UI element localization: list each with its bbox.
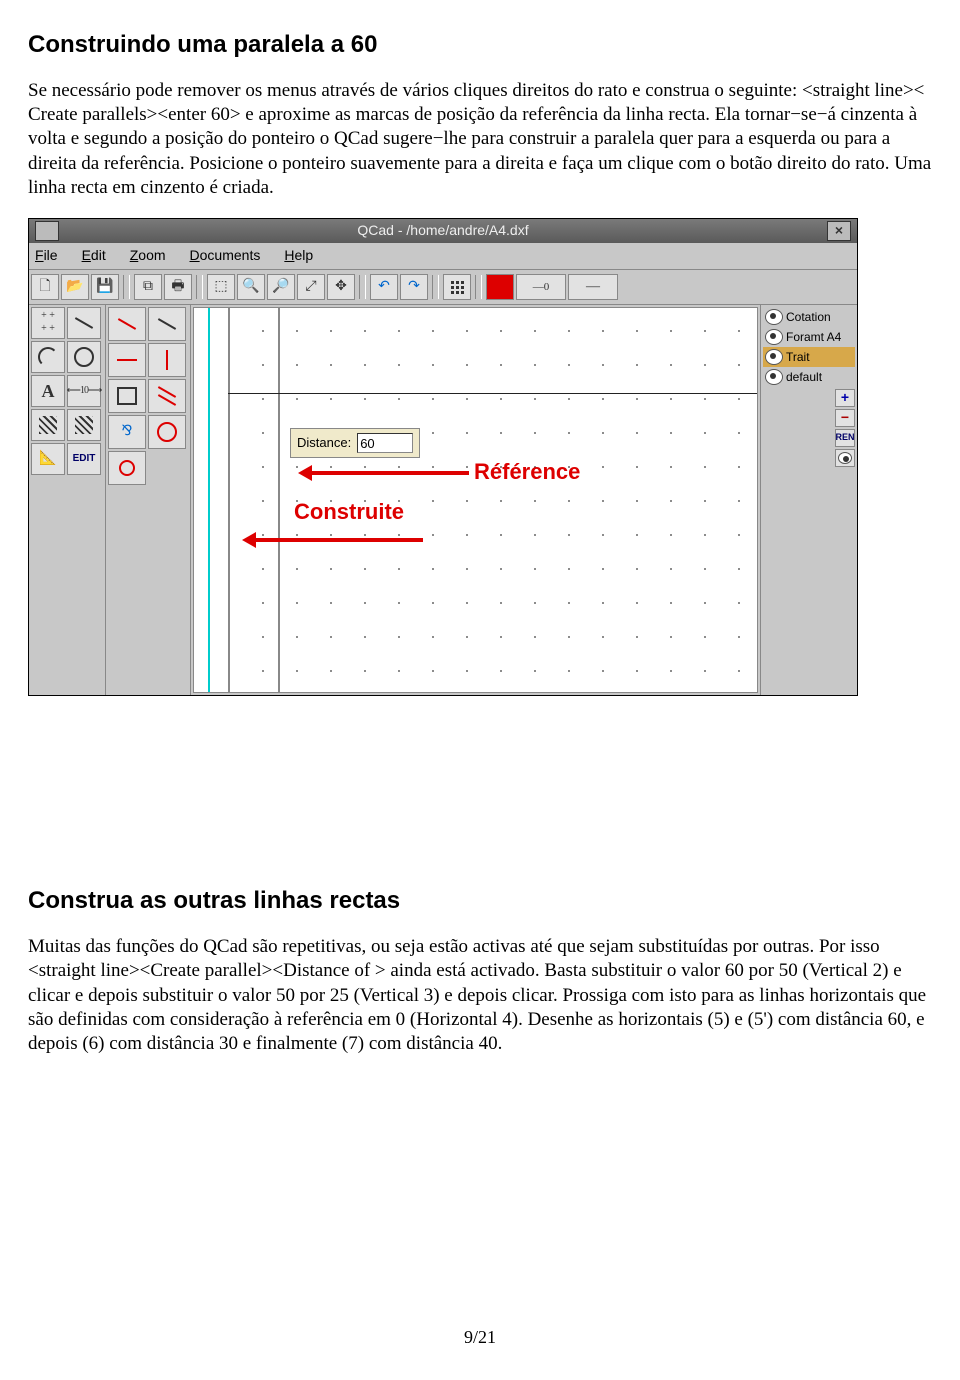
- points-tool-icon[interactable]: + ++ +: [31, 307, 65, 339]
- color-swatch[interactable]: [486, 274, 514, 300]
- constructed-line-2: [278, 308, 280, 692]
- layer-default[interactable]: default: [763, 367, 855, 387]
- measure-tool-icon[interactable]: 📐: [31, 443, 65, 475]
- redo-icon[interactable]: ↷: [400, 274, 428, 300]
- heading-parallel-60: Construindo uma paralela a 60: [28, 30, 932, 61]
- undo-icon[interactable]: ↶: [370, 274, 398, 300]
- distance-dialog: Distance:: [290, 428, 420, 458]
- distance-label: Distance:: [297, 435, 351, 452]
- zoom-in-icon[interactable]: 🔍: [237, 274, 265, 300]
- layer-panel: Cotation Foramt A4 Trait default + − REN: [760, 305, 857, 695]
- arrow-reference: [304, 471, 469, 475]
- line-sub-toolbox: ⅋: [106, 305, 191, 695]
- layer-cotation[interactable]: Cotation: [763, 307, 855, 327]
- window-titlebar: QCad - /home/andre/A4.dxf ×: [29, 219, 857, 243]
- line-2points-icon[interactable]: [108, 307, 146, 341]
- text-tool-icon[interactable]: A: [31, 375, 65, 407]
- qcad-screenshot: QCad - /home/andre/A4.dxf × File Edit Zo…: [28, 218, 858, 696]
- line-weight-selector[interactable]: — 0: [516, 274, 566, 300]
- zoom-window-icon[interactable]: ⬚: [207, 274, 235, 300]
- print-icon[interactable]: 🖶: [164, 274, 192, 300]
- close-icon[interactable]: ×: [827, 221, 851, 241]
- line-vertical-icon[interactable]: [148, 343, 186, 377]
- reference-line: [208, 308, 210, 692]
- window-title: QCad - /home/andre/A4.dxf: [65, 222, 821, 240]
- arrow-construite: [248, 538, 423, 542]
- new-icon[interactable]: 🗋: [31, 274, 59, 300]
- menu-edit[interactable]: Edit: [82, 247, 106, 265]
- horizontal-line: [228, 393, 757, 394]
- menu-bar: File Edit Zoom Documents Help: [29, 243, 857, 270]
- primary-toolbox: + ++ + A ⟵10⟶ 📐 EDIT: [29, 305, 106, 695]
- arc-tool-icon[interactable]: [31, 341, 65, 373]
- layer-remove-button[interactable]: −: [835, 409, 855, 427]
- line-bisector-icon[interactable]: ⅋: [108, 415, 146, 449]
- layer-trait[interactable]: Trait: [763, 347, 855, 367]
- line-rectangle-icon[interactable]: [108, 379, 146, 413]
- line-horizontal-icon[interactable]: [108, 343, 146, 377]
- grid-icon[interactable]: [443, 274, 471, 300]
- constructed-line-1: [228, 308, 230, 692]
- pan-icon[interactable]: ✥: [327, 274, 355, 300]
- paragraph-1: Se necessário pode remover os menus atra…: [28, 79, 932, 201]
- page-number: 9/21: [28, 1326, 932, 1349]
- paragraph-2: Muitas das funções do QCad são repetitiv…: [28, 935, 932, 1057]
- eye-icon[interactable]: [765, 349, 783, 365]
- open-icon[interactable]: 📂: [61, 274, 89, 300]
- distance-input[interactable]: [357, 433, 413, 453]
- menu-documents[interactable]: Documents: [190, 247, 261, 265]
- menu-file[interactable]: File: [35, 247, 58, 265]
- eye-icon[interactable]: [765, 329, 783, 345]
- layer-format-a4[interactable]: Foramt A4: [763, 327, 855, 347]
- line-tangent-icon[interactable]: [148, 415, 186, 449]
- main-toolbar: 🗋 📂 💾 ⧉ 🖶 ⬚ 🔍 🔎 ⤢ ✥ ↶ ↷ — 0 —: [29, 270, 857, 305]
- layer-rename-button[interactable]: REN: [835, 429, 855, 447]
- layer-add-button[interactable]: +: [835, 389, 855, 407]
- line-parallel-icon[interactable]: [148, 379, 186, 413]
- eye-icon[interactable]: [765, 309, 783, 325]
- annotation-reference: Référence: [474, 458, 580, 486]
- edit-button[interactable]: EDIT: [67, 443, 101, 475]
- circle-tool-icon[interactable]: [67, 341, 101, 373]
- zoom-extents-icon[interactable]: ⤢: [297, 274, 325, 300]
- hatch-tool-2-icon[interactable]: [67, 409, 101, 441]
- hatch-tool-icon[interactable]: [31, 409, 65, 441]
- system-menu-icon[interactable]: [35, 221, 59, 241]
- eye-icon[interactable]: [765, 369, 783, 385]
- annotation-construite: Construite: [294, 498, 404, 526]
- zoom-out-icon[interactable]: 🔎: [267, 274, 295, 300]
- line-tool-icon[interactable]: [67, 307, 101, 339]
- heading-other-lines: Construa as outras linhas rectas: [28, 886, 932, 917]
- copy-icon[interactable]: ⧉: [134, 274, 162, 300]
- menu-help[interactable]: Help: [284, 247, 313, 265]
- line-tangent2-icon[interactable]: [108, 451, 146, 485]
- line-angle-icon[interactable]: [148, 307, 186, 341]
- canvas-area: Distance: Référence Construite Cotation …: [191, 305, 857, 695]
- menu-zoom[interactable]: Zoom: [130, 247, 166, 265]
- line-style-selector[interactable]: —: [568, 274, 618, 300]
- drawing-canvas[interactable]: Distance: Référence Construite: [193, 307, 758, 693]
- layer-visibility-button[interactable]: [835, 449, 855, 467]
- save-icon[interactable]: 💾: [91, 274, 119, 300]
- dimension-tool-icon[interactable]: ⟵10⟶: [67, 375, 101, 407]
